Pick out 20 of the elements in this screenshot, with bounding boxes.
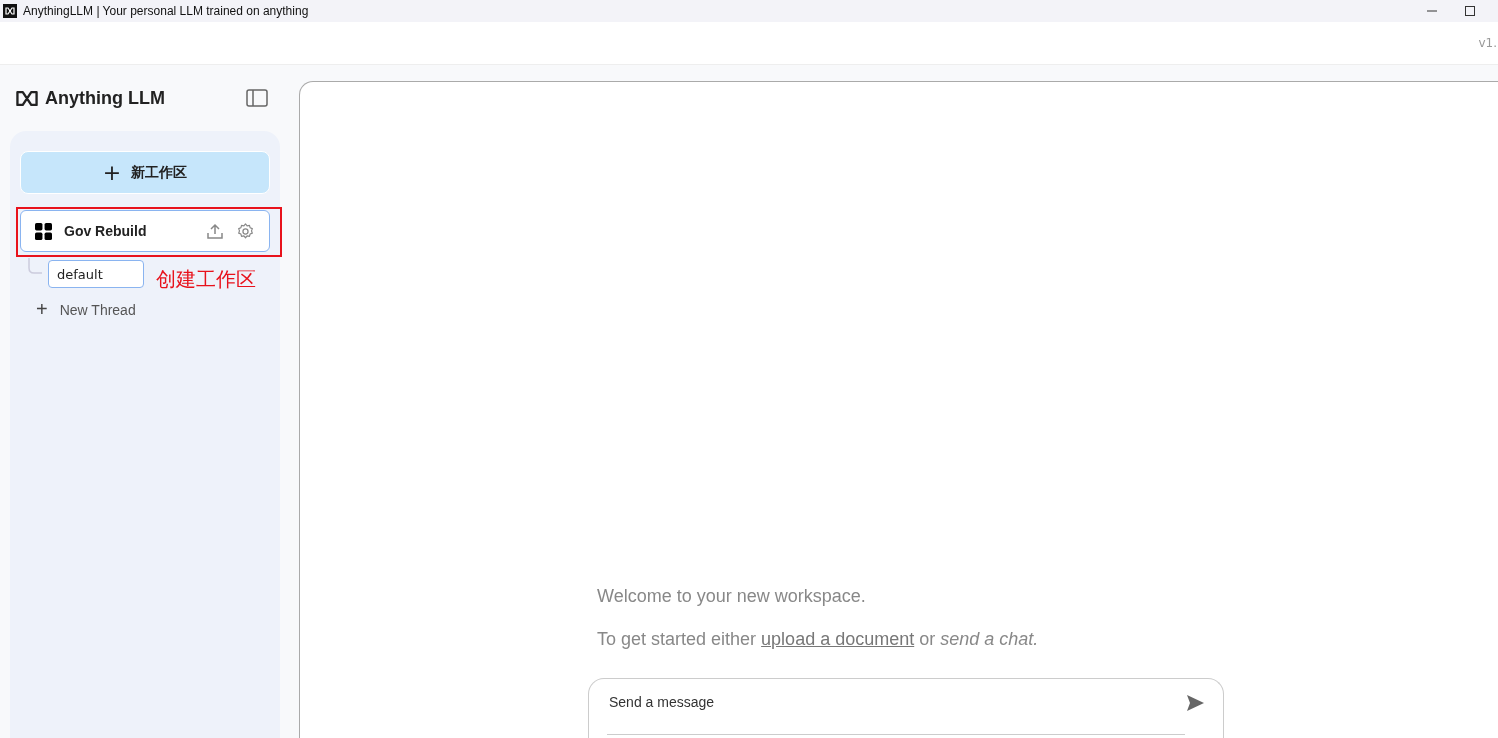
upload-document-link[interactable]: upload a document: [761, 629, 915, 649]
grid-icon: [35, 222, 52, 240]
thread-item[interactable]: default: [48, 260, 144, 288]
workspace-item[interactable]: Gov Rebuild: [20, 210, 270, 252]
thread-connector: [28, 258, 42, 274]
version-label: v1.: [1478, 36, 1497, 50]
maximize-icon: [1464, 5, 1476, 17]
sidebar-toggle-icon[interactable]: [246, 89, 268, 107]
logo-icon: [15, 89, 39, 107]
logo-text: Anything LLM: [45, 87, 165, 109]
hint-text: To get started either upload a document or send a chat.: [597, 629, 1040, 650]
window-title: AnythingLLM | Your personal LLM trained on anything: [23, 4, 309, 18]
maximize-button[interactable]: [1464, 5, 1476, 17]
app-logo-icon: [3, 4, 17, 18]
settings-icon[interactable]: [236, 221, 255, 241]
send-icon[interactable]: [1185, 693, 1205, 713]
new-workspace-button[interactable]: + 新工作区: [20, 151, 270, 194]
welcome-text: Welcome to your new workspace.: [597, 586, 867, 607]
message-input[interactable]: Send a message: [588, 678, 1224, 738]
upload-icon[interactable]: [206, 222, 224, 240]
